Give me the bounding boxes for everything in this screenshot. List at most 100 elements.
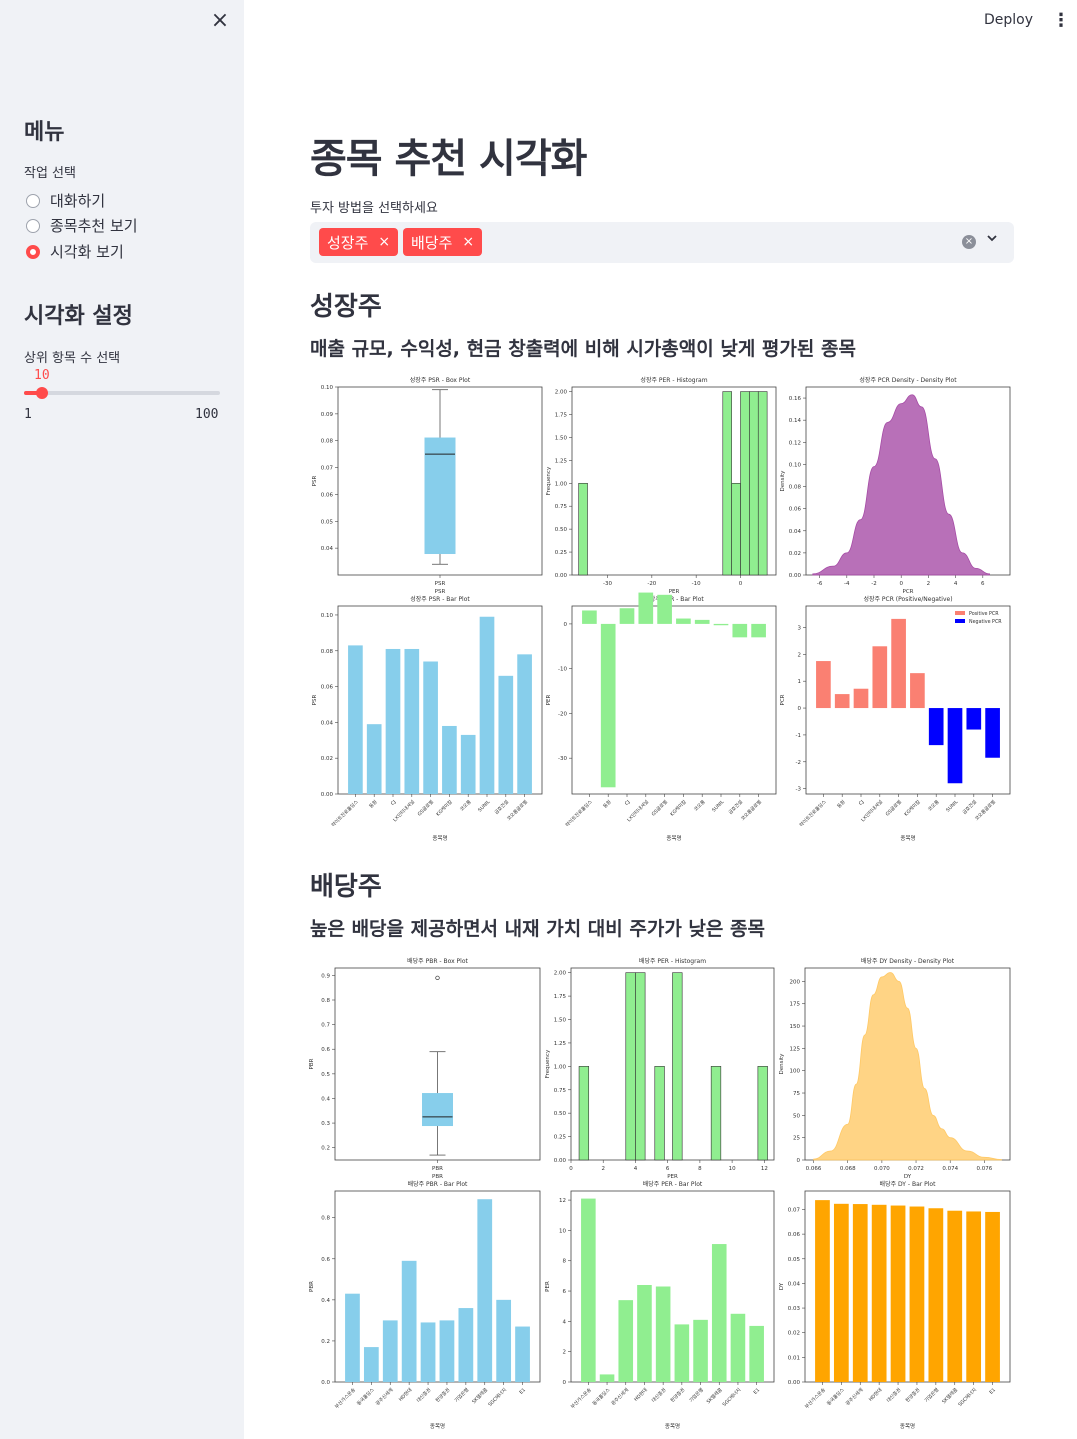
y-tick-label: 0.09 bbox=[321, 412, 334, 418]
hist-bar bbox=[740, 391, 750, 576]
bar bbox=[439, 1320, 455, 1382]
bar bbox=[382, 1320, 398, 1382]
hist-bar bbox=[749, 391, 759, 576]
bar bbox=[674, 1324, 690, 1382]
y-tick-label: 0.7 bbox=[321, 1023, 330, 1029]
y-tick-label: 0.06 bbox=[321, 685, 334, 691]
x-tick-label: 동원 bbox=[835, 798, 846, 809]
y-tick-label: 0.00 bbox=[554, 1158, 567, 1164]
x-tick-label: SK텔레콤 bbox=[470, 1386, 489, 1405]
box-body bbox=[424, 437, 456, 555]
x-tick-label: HD현대 bbox=[867, 1386, 883, 1402]
bar bbox=[460, 734, 476, 794]
x-tick-label: KG케미칼 bbox=[669, 798, 689, 818]
g_per_bar-chart: 성장주 PER - Bar Plot -30 -20 -10 0 PER 종목명 하이트진로홀… bbox=[546, 592, 777, 842]
x-tick-label: 대신증권 bbox=[885, 1386, 902, 1403]
bar bbox=[751, 623, 766, 638]
x-tick-label: KG케미칼 bbox=[903, 798, 923, 818]
x-tick-label: 0.068 bbox=[840, 1166, 856, 1172]
y-tick-label: 0.6 bbox=[321, 1047, 330, 1053]
y-tick-label: 0.08 bbox=[789, 485, 802, 491]
bar bbox=[816, 661, 831, 709]
bar bbox=[517, 654, 532, 794]
chart-title: 배당주 PER - Histogram bbox=[639, 957, 706, 965]
y-tick-label: 1.00 bbox=[554, 1064, 567, 1070]
bar bbox=[966, 708, 982, 730]
x-tick-label: 코오롱 bbox=[459, 799, 473, 813]
x-tick-label: -2 bbox=[871, 581, 876, 587]
x-tick-label: CJ bbox=[624, 799, 632, 807]
y-tick-label: 0.05 bbox=[788, 1257, 801, 1263]
y-tick-label: 0.04 bbox=[321, 720, 334, 726]
x-tick-label: CJ bbox=[858, 799, 866, 807]
x-tick-label: 광주신세계 bbox=[610, 1386, 631, 1407]
y-tick-label: 100 bbox=[790, 1069, 801, 1075]
x-tick-label: 부산가스운송 bbox=[803, 1386, 827, 1410]
x-tick-label: 부산가스운송 bbox=[569, 1386, 593, 1410]
x-tick-label: 기업은행 bbox=[453, 1386, 470, 1403]
x-tick-label: 6 bbox=[666, 1166, 670, 1172]
y-tick-label: 0.00 bbox=[555, 573, 568, 579]
chart-title: 성장주 PSR - Box Plot bbox=[410, 376, 471, 384]
bar bbox=[581, 1198, 596, 1382]
y-tick-label: 0 bbox=[797, 1158, 801, 1164]
y-tick-label: 0.14 bbox=[789, 418, 802, 424]
y-axis-label: PSR bbox=[312, 695, 318, 706]
y-axis-label: Density bbox=[779, 1053, 785, 1075]
y-tick-label: 10 bbox=[559, 1228, 566, 1234]
hist-bar bbox=[578, 1066, 590, 1161]
legend-label: Negative PCR bbox=[969, 619, 1002, 625]
x-tick-label: 하이트진로홀딩스 bbox=[564, 798, 594, 828]
y-tick-label: -10 bbox=[558, 667, 567, 673]
y-tick-label: 200 bbox=[790, 979, 801, 985]
bar bbox=[910, 673, 925, 709]
bar bbox=[966, 1211, 982, 1382]
hist-bar bbox=[625, 972, 636, 1161]
y-tick-label: -2 bbox=[796, 760, 801, 766]
x-tick-label: 부산가스운송 bbox=[333, 1386, 357, 1410]
x-tick-label: 0.076 bbox=[977, 1166, 993, 1172]
y-tick-label: 0.00 bbox=[788, 1380, 801, 1386]
y-tick-label: 1.75 bbox=[554, 994, 567, 1000]
hist-bar bbox=[672, 972, 683, 1161]
x-tick-label: 12 bbox=[761, 1166, 768, 1172]
bar bbox=[515, 1326, 530, 1382]
bar bbox=[928, 708, 944, 746]
hist-bar bbox=[635, 972, 646, 1161]
x-tick-label: 0.066 bbox=[806, 1166, 822, 1172]
bar bbox=[496, 1299, 512, 1382]
x-axis-label: 종목명 bbox=[430, 1423, 445, 1430]
x-tick-label: SGC에너지 bbox=[721, 1386, 742, 1407]
x-tick-label: E1 bbox=[518, 1387, 527, 1396]
x-tick-label: -20 bbox=[647, 581, 656, 587]
x-tick-label: -4 bbox=[844, 581, 850, 587]
y-axis-label: PBR bbox=[309, 1058, 315, 1069]
x-tick-label: 0 bbox=[739, 581, 743, 587]
x-tick-label: HD현대 bbox=[397, 1386, 413, 1402]
x-tick-label: 동원 bbox=[367, 798, 378, 809]
bar bbox=[947, 1210, 963, 1382]
x-tick-label: 4 bbox=[634, 1166, 638, 1172]
bar bbox=[600, 623, 616, 788]
bar bbox=[694, 619, 710, 624]
y-tick-label: 0 bbox=[564, 622, 568, 628]
x-tick-label: 0 bbox=[569, 1166, 573, 1172]
y-tick-label: 0.02 bbox=[789, 551, 801, 557]
bar bbox=[928, 1208, 944, 1382]
x-tick-label: PSR bbox=[435, 581, 446, 587]
x-tick-label: 2 bbox=[927, 581, 931, 587]
y-tick-label: 0.25 bbox=[554, 1135, 567, 1141]
y-tick-label: 0.02 bbox=[321, 756, 333, 762]
bar bbox=[749, 1325, 764, 1382]
x-tick-label: 10 bbox=[729, 1166, 736, 1172]
x-axis-label: PBR bbox=[432, 1174, 443, 1180]
x-axis-label: 종목명 bbox=[900, 835, 915, 842]
bar bbox=[345, 1293, 360, 1382]
y-tick-label: 0.06 bbox=[788, 1232, 801, 1238]
y-tick-label: -30 bbox=[558, 756, 567, 762]
bar bbox=[657, 594, 672, 624]
x-tick-label: SGC에너지 bbox=[957, 1386, 978, 1407]
hist-bar bbox=[757, 1066, 768, 1161]
bar bbox=[420, 1322, 436, 1382]
box-body bbox=[422, 1093, 453, 1127]
